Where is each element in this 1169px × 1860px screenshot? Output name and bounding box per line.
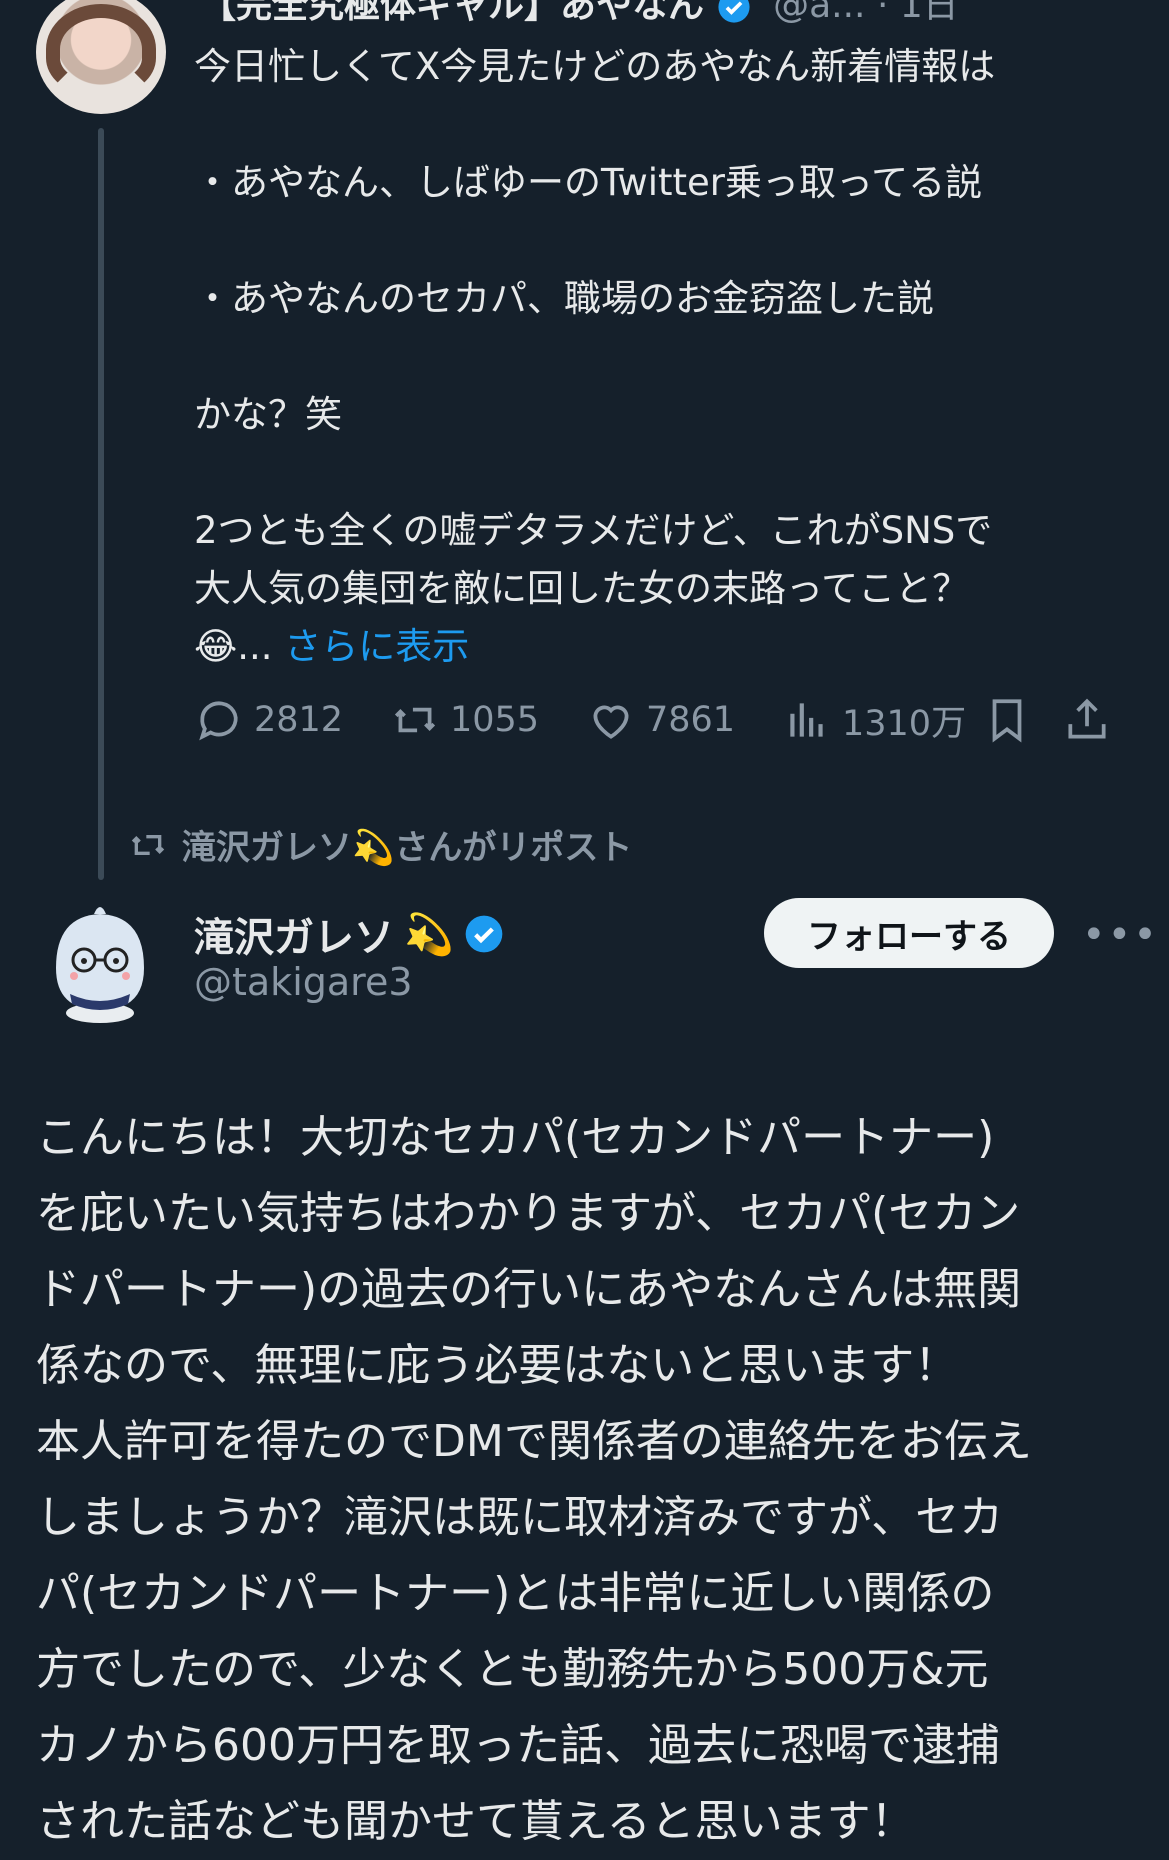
bookmark-icon <box>992 699 1022 743</box>
share-button[interactable] <box>1062 695 1122 745</box>
verified-badge-icon <box>465 915 503 953</box>
laughing-emoji: 😂 <box>194 625 238 668</box>
tweet-line: ドパートナー)の過去の行いにあやなんさんは無関 <box>36 1264 1022 1315</box>
repost-count: 1055 <box>450 700 540 740</box>
tweet-line: カノから600万円を取った話、過去に恐喝で逮捕 <box>36 1720 1000 1771</box>
tweet-line: かな？笑 <box>194 393 342 436</box>
display-name[interactable]: 【完全究極体ギャル】あやなん <box>200 0 704 26</box>
reply-button[interactable]: 2812 <box>194 695 390 745</box>
thread-line <box>98 128 104 880</box>
like-count: 7861 <box>646 700 736 740</box>
avatar[interactable] <box>40 898 160 1028</box>
tweet-line: 本人許可を得たのでDMで関係者の連絡先をお伝え <box>36 1416 1032 1467</box>
more-options-icon[interactable]: ··· <box>1106 0 1144 16</box>
tweet-line: 今日忙しくてX今見たけどのあやなん新着情報は <box>194 45 996 88</box>
show-more-link[interactable]: さらに表示 <box>284 625 469 668</box>
tweet-line: ・あやなん、しばゆーのTwitter乗っ取ってる説 <box>194 161 983 204</box>
view-count: 1310万 <box>842 703 967 744</box>
dizzy-emoji: 💫 <box>404 911 454 958</box>
handle-and-time: @a... · 1日 <box>773 0 959 26</box>
tweet-line: 大人気の集団を敵に回した女の末路ってこと？ <box>194 567 970 610</box>
tweet-line: された話なども聞かせて貰えると思います！ <box>36 1796 915 1847</box>
repost-banner-text: 滝沢ガレソ💫さんがリポスト <box>182 828 633 868</box>
repost-icon <box>394 707 436 733</box>
repost-icon <box>131 834 165 855</box>
more-options-icon[interactable]: ••• <box>1082 912 1159 958</box>
share-icon <box>1068 698 1106 739</box>
follow-button[interactable]: フォローする <box>764 898 1054 968</box>
tweet-line: パ(セカンドパートナー)とは非常に近しい関係の <box>36 1568 995 1619</box>
handle[interactable]: @takigare3 <box>194 960 413 1004</box>
tweet-line: 方でしたので、少なくとも勤務先から500万&元 <box>36 1644 989 1695</box>
tweet-text: 今日忙しくてX今見たけどのあやなん新着情報は ・あやなん、しばゆーのTwitte… <box>194 38 1134 676</box>
tweet-line: を庇いたい気持ちはわかりますが、セカパ(セカン <box>36 1188 1021 1239</box>
like-button[interactable]: 7861 <box>586 695 782 745</box>
tweet-line: 2つとも全くの嘘デタラメだけど、これがSNSで <box>194 509 993 552</box>
display-name-text: 滝沢ガレソ <box>194 915 394 961</box>
tweet-line: こんにちは！大切なセカパ(セカンドパートナー) <box>36 1112 995 1163</box>
display-name[interactable]: 滝沢ガレソ 💫 <box>194 905 504 963</box>
tweet-line: ・あやなんのセカパ、職場のお金窃盗した説 <box>194 277 934 320</box>
verified-badge-icon <box>717 0 750 23</box>
action-bar: 2812 1055 7861 1310万 <box>194 690 1134 750</box>
ellipsis: ... <box>237 625 273 668</box>
views-button[interactable]: 1310万 <box>782 695 982 746</box>
tweet-header: 【完全究極体ギャル】あやなん @a... · 1日 <box>200 0 959 28</box>
avatar[interactable] <box>36 0 166 114</box>
heart-icon <box>593 705 629 739</box>
bookmark-button[interactable] <box>982 695 1062 745</box>
mascot-avatar-icon <box>56 907 144 1023</box>
tweet-last-line: 😂... さらに表示 <box>194 618 1134 676</box>
tweet-text: こんにちは！大切なセカパ(セカンドパートナー) を庇いたい気持ちはわかりますが、… <box>36 1100 1146 1860</box>
reply-count: 2812 <box>254 700 344 740</box>
repost-button[interactable]: 1055 <box>390 695 586 745</box>
reply-icon <box>199 701 238 741</box>
repost-banner[interactable]: 滝沢ガレソ💫さんがリポスト <box>128 820 632 869</box>
tweet-line: しましょうか？滝沢は既に取材済みですが、セカ <box>36 1492 1004 1543</box>
tweet-line: 係なので、無理に庇う必要はないと思います！ <box>36 1340 959 1391</box>
views-chart-icon <box>790 703 823 737</box>
